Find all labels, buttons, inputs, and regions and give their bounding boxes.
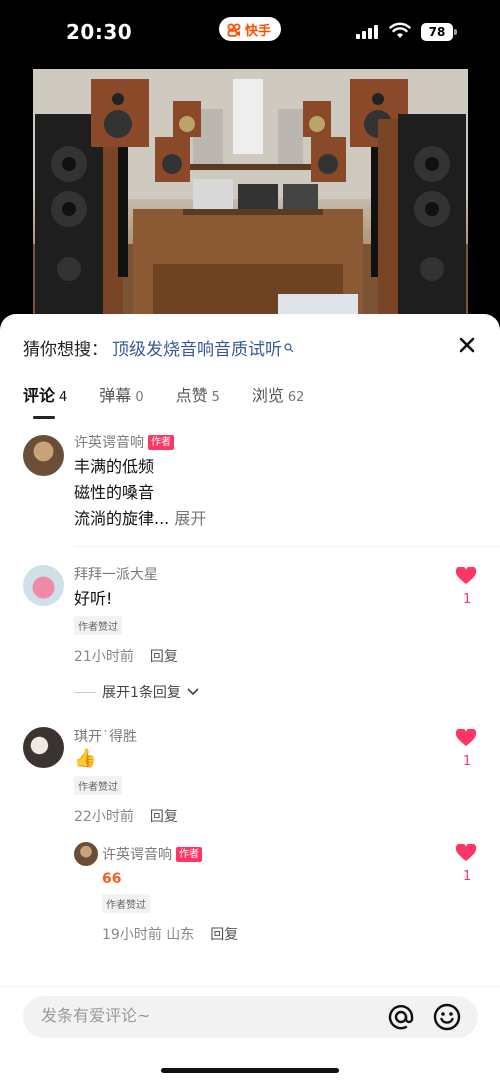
tab-count: 62	[287, 390, 305, 405]
comment-time: 21小时前	[74, 649, 134, 665]
comment-text: 丰满的低频 磁性的嗓音 流淌的旋律... 展开	[74, 454, 206, 532]
author-badge: 作者	[148, 434, 174, 450]
status-time: 20:30	[66, 20, 133, 44]
home-indicator[interactable]	[161, 1068, 339, 1073]
reply-button[interactable]: 回复	[210, 924, 238, 944]
comment-meta: 22小时前 回复	[74, 806, 178, 826]
avatar[interactable]	[23, 727, 64, 768]
tab-count: 0	[135, 390, 144, 405]
search-icon	[284, 342, 294, 352]
tab-danmaku[interactable]: 弹幕 0	[99, 382, 143, 406]
tab-label: 浏览	[251, 386, 284, 405]
username: 许英谔音响	[102, 847, 172, 863]
comment-text: 好听!	[74, 589, 113, 608]
caption-line: 磁性的嗓音	[74, 483, 155, 502]
author-liked-badge: 作者赞过	[102, 894, 150, 913]
speakers-photo-icon	[33, 69, 468, 319]
suggestion-prefix: 猜你想搜：	[23, 340, 108, 360]
battery-cap	[454, 29, 457, 35]
caption-line: 丰满的低频	[74, 457, 155, 476]
comment-input-bar	[23, 996, 478, 1038]
tab-label: 评论	[23, 386, 56, 405]
comment-location: 山东	[166, 927, 195, 943]
username: 琪开˙得胜	[74, 729, 137, 745]
mention-icon[interactable]	[387, 1003, 415, 1031]
comment-user[interactable]: 拜拜一派大星	[74, 564, 158, 584]
heart-icon[interactable]	[456, 567, 476, 585]
avatar[interactable]	[23, 435, 64, 476]
expand-line	[74, 691, 96, 693]
like-count: 1	[463, 869, 472, 884]
divider	[74, 546, 500, 547]
kuaishou-logo-icon	[227, 22, 241, 37]
status-bar: 20:30 快手 78	[0, 0, 500, 62]
tab-label: 点赞	[175, 386, 208, 405]
divider	[0, 986, 500, 987]
avatar[interactable]	[23, 565, 64, 606]
battery-level: 78	[428, 25, 446, 39]
comment-time: 19小时前	[102, 927, 162, 943]
caption-line: 流淌的旋律...	[74, 509, 170, 528]
comment-input[interactable]	[41, 1006, 361, 1025]
wifi-icon	[389, 22, 411, 38]
like-count: 1	[463, 754, 472, 769]
expand-replies-label: 展开1条回复	[102, 685, 181, 701]
tab-likes[interactable]: 点赞 5	[176, 382, 220, 406]
app-badge-label: 快手	[245, 23, 272, 39]
chevron-down-icon	[187, 688, 199, 696]
author-liked-badge: 作者赞过	[74, 776, 122, 795]
username: 拜拜一派大星	[74, 567, 158, 583]
author-liked-badge: 作者赞过	[74, 616, 122, 635]
comment-time: 22小时前	[74, 809, 134, 825]
comment-time-location: 19小时前 山东	[102, 924, 194, 944]
comment-user[interactable]: 许英谔音响 作者	[102, 844, 202, 864]
reply-button[interactable]: 回复	[150, 806, 178, 826]
video-preview[interactable]	[33, 69, 468, 319]
comment-meta: 21小时前 回复	[74, 646, 178, 666]
emoji-icon[interactable]	[433, 1003, 461, 1031]
expand-caption-link[interactable]: 展开	[174, 509, 206, 528]
comment-meta: 19小时前 山东 回复	[102, 924, 238, 944]
signal-icon	[356, 25, 378, 39]
battery-icon: 78	[421, 23, 453, 41]
username: 许英谔音响	[74, 435, 144, 451]
app-badge[interactable]: 快手	[219, 17, 282, 41]
search-suggestion[interactable]: 猜你想搜： 顶级发烧音响音质试听	[23, 335, 294, 360]
reply-button[interactable]: 回复	[150, 646, 178, 666]
emoji-66: 66	[102, 871, 122, 887]
comment-sheet: 猜你想搜： 顶级发烧音响音质试听 评论 4 弹幕 0 点赞 5 浏览 62 许英…	[0, 314, 500, 1083]
like-count: 1	[463, 592, 472, 607]
tab-views[interactable]: 浏览 62	[252, 382, 305, 406]
tab-comments[interactable]: 评论 4	[23, 382, 68, 419]
comment-text: 👍	[74, 748, 97, 769]
tab-count: 4	[59, 390, 68, 405]
close-icon[interactable]	[458, 336, 476, 354]
expand-replies-button[interactable]: 展开1条回复	[74, 682, 199, 702]
avatar[interactable]	[74, 842, 98, 866]
heart-icon[interactable]	[456, 844, 476, 862]
heart-icon[interactable]	[456, 729, 476, 747]
comment-text: 66	[102, 866, 121, 892]
comment-tabs: 评论 4 弹幕 0 点赞 5 浏览 62	[23, 382, 336, 419]
suggestion-query[interactable]: 顶级发烧音响音质试听	[112, 335, 282, 360]
tab-label: 弹幕	[99, 386, 132, 405]
tab-count: 5	[211, 390, 220, 405]
comment-user[interactable]: 琪开˙得胜	[74, 726, 137, 746]
comment-user[interactable]: 许英谔音响 作者	[74, 432, 174, 452]
author-badge: 作者	[176, 846, 202, 862]
